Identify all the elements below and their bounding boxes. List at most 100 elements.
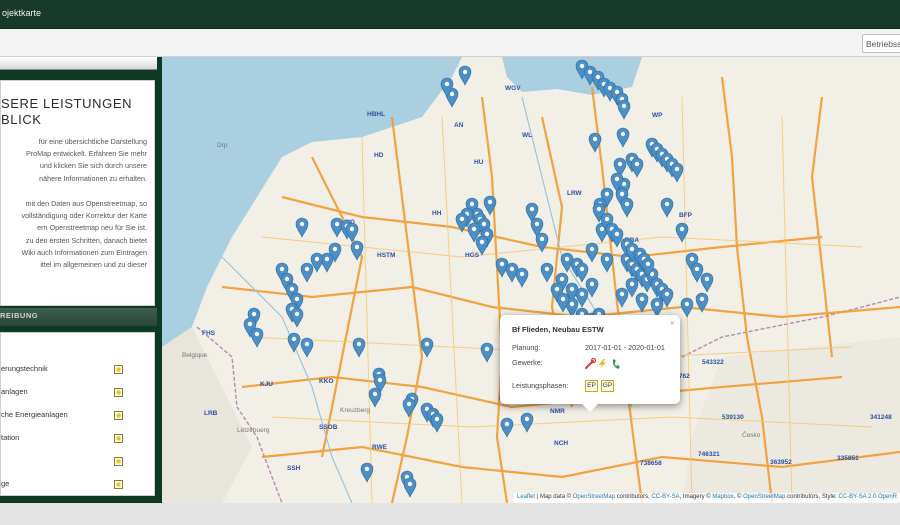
osm-line: zu den ersten Schritten, danach bietet (25, 235, 147, 245)
map-marker[interactable] (615, 287, 629, 308)
map-marker[interactable] (556, 292, 570, 313)
top-bar: ojektkarte (0, 0, 900, 29)
map-marker[interactable] (630, 157, 644, 178)
map-marker[interactable] (675, 222, 689, 243)
map-marker[interactable] (403, 477, 417, 498)
map-marker[interactable] (670, 162, 684, 183)
ccbysa-link[interactable]: CC-BY-SA (651, 494, 679, 500)
intro-line: ProMap entwickelt. Erfahren Sie mehr (25, 149, 147, 159)
osm-line: mit den Daten aus Openstreetmap, so (25, 199, 147, 208)
heading-line-1: SERE LEISTUNGEN (1, 96, 133, 111)
map-marker[interactable] (575, 262, 589, 283)
map-marker[interactable] (345, 222, 359, 243)
category-checkbox[interactable] (114, 434, 123, 443)
attribution-text: , Imagery © (679, 494, 713, 500)
map-marker[interactable] (295, 217, 309, 238)
category-checkbox[interactable] (114, 411, 123, 420)
category-checkbox[interactable] (114, 480, 123, 489)
map-marker[interactable] (250, 327, 264, 348)
map-marker[interactable] (475, 235, 489, 256)
mapbox-link[interactable]: Mapbox (712, 494, 733, 500)
map-marker[interactable] (660, 197, 674, 218)
intro-line: für eine übersichtliche Darstellung (38, 137, 147, 146)
map-marker[interactable] (368, 387, 382, 408)
map-marker[interactable] (458, 65, 472, 86)
map-marker[interactable] (480, 342, 494, 363)
map-marker[interactable] (600, 252, 614, 273)
search-input[interactable]: Betriebsstelle (862, 34, 900, 53)
map-marker[interactable] (420, 337, 434, 358)
map-marker[interactable] (290, 307, 304, 328)
leaflet-link[interactable]: Leaflet (517, 494, 535, 500)
intro-line: nähere Informationen zu erhalten. (39, 173, 147, 183)
osm-line: vollständigung oder Korrektur der Karte (21, 211, 147, 221)
category-label: ge (1, 479, 10, 488)
category-checkbox[interactable] (114, 388, 123, 397)
planning-label: Planung: (512, 343, 541, 352)
category-panel: erungstechnik anlagen che Energieanlagen… (0, 332, 155, 496)
bottom-bar (0, 503, 900, 525)
project-popup[interactable]: × Bf Flieden, Neubau ESTW Planung: 2017-… (500, 315, 680, 412)
wrench-icon (585, 358, 597, 369)
map-marker[interactable] (402, 397, 416, 418)
attribution-text: contributors, Style: (785, 494, 839, 500)
map-marker[interactable] (535, 232, 549, 253)
osm-text: mit den Daten aus Openstreetmap, so voll… (1, 198, 147, 271)
info-panel: SERE LEISTUNGEN BLICK für eine übersichtl… (0, 80, 155, 306)
intro-text: für eine übersichtliche Darstellung ProM… (1, 136, 147, 185)
style-link[interactable]: CC-BY-SA 2.0 OpenR (839, 494, 897, 500)
map-marker[interactable] (588, 132, 602, 153)
popup-title: Bf Flieden, Neubau ESTW (512, 325, 604, 334)
section-title: REIBUNG (0, 311, 39, 320)
map-marker[interactable] (360, 462, 374, 483)
map-marker[interactable] (300, 337, 314, 358)
map-marker[interactable] (695, 292, 709, 313)
map-marker[interactable] (700, 272, 714, 293)
map-marker[interactable] (320, 252, 334, 273)
map-marker[interactable] (430, 412, 444, 433)
map-marker[interactable] (680, 297, 694, 318)
map-marker[interactable] (540, 262, 554, 283)
map-marker[interactable] (350, 240, 364, 261)
map-marker[interactable] (287, 332, 301, 353)
map-marker[interactable] (500, 417, 514, 438)
phone-icon (612, 359, 620, 369)
map-marker[interactable] (617, 99, 631, 120)
map-marker[interactable] (620, 197, 634, 218)
popup-close-button[interactable]: × (670, 318, 675, 328)
map-marker[interactable] (483, 195, 497, 216)
category-item[interactable] (1, 456, 151, 468)
lightning-icon (599, 359, 606, 369)
map-marker[interactable] (585, 242, 599, 263)
trade-icons (585, 358, 620, 369)
category-checkbox[interactable] (114, 365, 123, 374)
planning-value: 2017-01-01 - 2020-01-01 (585, 343, 665, 352)
map-marker[interactable] (616, 127, 630, 148)
attribution-text: contributors, (615, 494, 652, 500)
map-attribution: Leaflet | Map data © OpenStreetMap contr… (514, 493, 900, 503)
sidebar-panel-header (0, 57, 157, 70)
map-marker[interactable] (352, 337, 366, 358)
category-item[interactable]: tation (1, 433, 151, 445)
map-marker[interactable] (635, 292, 649, 313)
intro-line: und klicken Sie sich durch unsere (39, 161, 147, 171)
map-marker[interactable] (455, 212, 469, 233)
category-item[interactable]: ge (1, 479, 151, 491)
map-marker[interactable] (300, 262, 314, 283)
category-label: che Energieanlagen (1, 410, 68, 419)
category-label: tation (1, 433, 20, 442)
panel-heading: SERE LEISTUNGEN BLICK (1, 96, 154, 128)
map-marker[interactable] (515, 267, 529, 288)
category-item[interactable]: erungstechnik (1, 364, 151, 376)
category-item[interactable]: anlagen (1, 387, 151, 399)
map-marker[interactable] (520, 412, 534, 433)
osm-line: ern Openstreetmap neu für Sie ist, (37, 223, 147, 233)
map-view[interactable]: ANWGVWLHBHLDrpHDHULRWHHHOHSTMHGSKreuzber… (162, 57, 900, 503)
category-checkbox[interactable] (114, 457, 123, 466)
osm-link-2[interactable]: OpenStreetMap (743, 494, 785, 500)
osm-link[interactable]: OpenStreetMap (573, 494, 615, 500)
section-header: REIBUNG (0, 308, 157, 326)
toolbar: Betriebsstelle (0, 29, 900, 57)
heading-line-2: BLICK (1, 112, 42, 127)
category-item[interactable]: che Energieanlagen (1, 410, 151, 422)
